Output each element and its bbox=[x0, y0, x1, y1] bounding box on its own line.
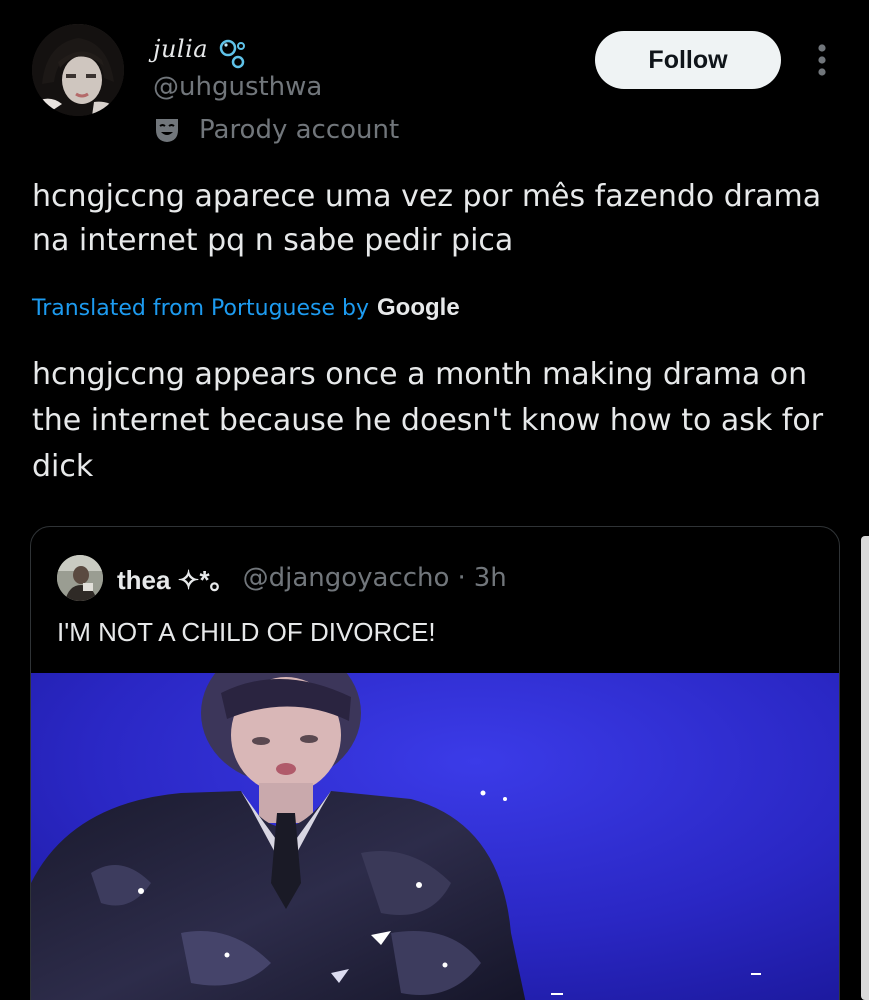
quoted-author-avatar-image bbox=[57, 555, 103, 601]
follow-button[interactable]: Follow bbox=[595, 31, 781, 89]
quoted-author-avatar bbox=[57, 555, 103, 601]
quoted-tweet-video[interactable] bbox=[31, 673, 839, 1000]
translated-tweet-text: hcngjccng appears once a month making dr… bbox=[32, 357, 824, 484]
quoted-tweet-text: I'M NOT A CHILD OF DIVORCE! bbox=[57, 617, 436, 647]
author-avatar[interactable] bbox=[32, 24, 124, 116]
scrollbar[interactable] bbox=[861, 536, 869, 1000]
author-handle[interactable]: @uhgusthwa bbox=[153, 72, 322, 102]
google-logo: Google bbox=[377, 294, 460, 321]
tweet-header: julia @uhgusthwa Parody account Follow bbox=[0, 0, 869, 160]
parody-account-text: Parody account bbox=[199, 115, 400, 145]
translated-from-link[interactable]: Translated from Portuguese by bbox=[32, 296, 369, 321]
parody-account-label: Parody account bbox=[153, 114, 399, 146]
more-vertical-icon[interactable] bbox=[810, 40, 834, 80]
separator-dot: · bbox=[457, 563, 466, 593]
quoted-tweet-card[interactable]: thea ✧*｡ @djangoyaccho · 3h I'M NOT A CH… bbox=[30, 526, 840, 1000]
quoted-tweet-header: thea ✧*｡ @djangoyaccho · 3h bbox=[57, 551, 507, 605]
quoted-tweet-timestamp: 3h bbox=[473, 563, 507, 593]
theater-mask-icon bbox=[156, 119, 178, 142]
author-avatar-image bbox=[32, 24, 124, 116]
translation-attribution: Translated from Portuguese by Google bbox=[32, 290, 460, 326]
author-display-name[interactable]: julia bbox=[153, 35, 208, 63]
video-frame-image bbox=[31, 673, 839, 1000]
quoted-author-handle: @djangoyaccho bbox=[242, 563, 450, 593]
quoted-author-name: thea ✧*｡ bbox=[117, 564, 223, 595]
bubbles-icon bbox=[219, 39, 245, 69]
tweet-text: hcngjccng aparece uma vez por mês fazend… bbox=[32, 179, 822, 258]
